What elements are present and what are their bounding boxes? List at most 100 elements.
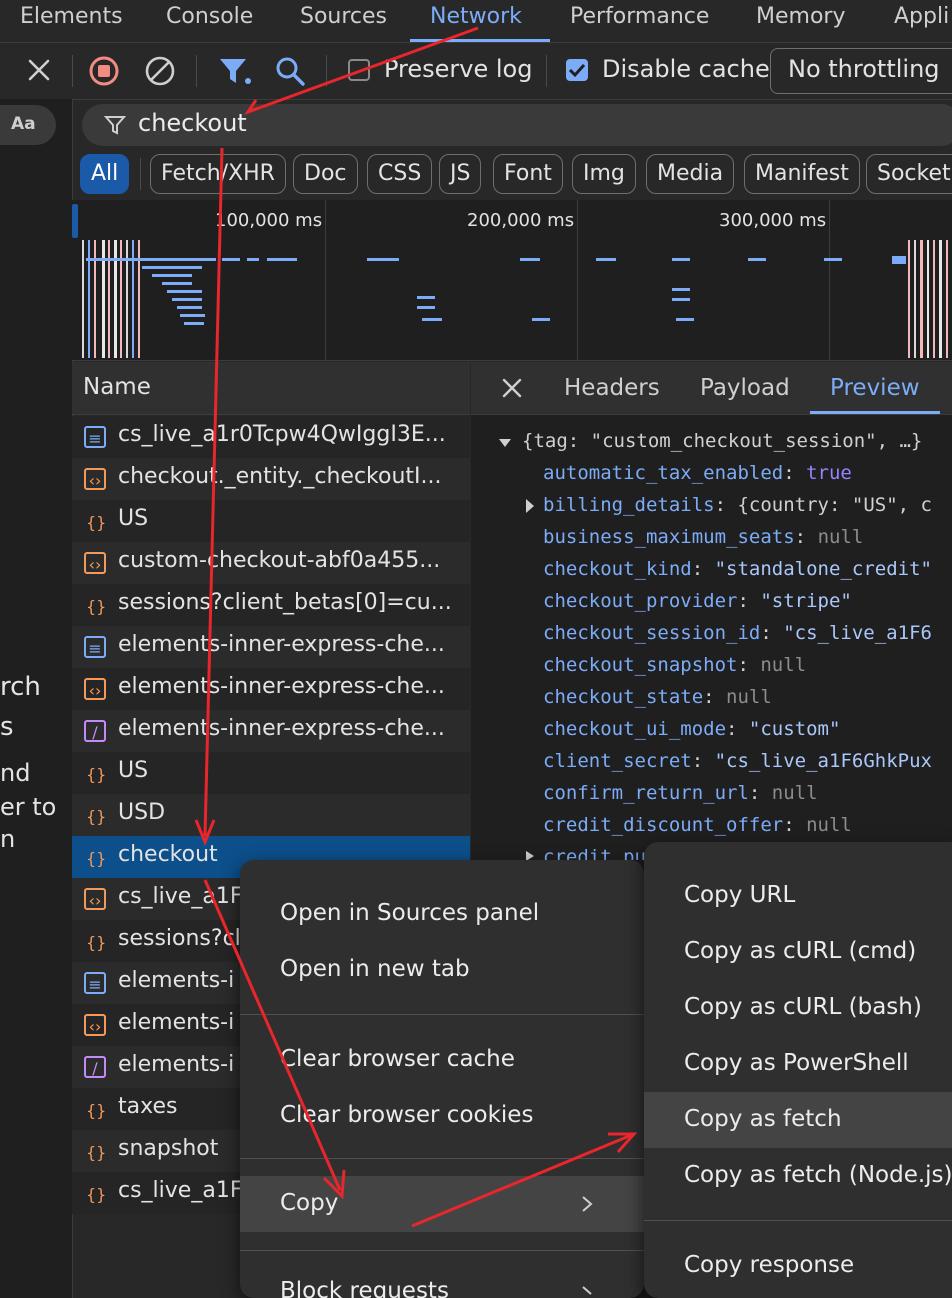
filter-icon[interactable] bbox=[218, 55, 252, 87]
fetch-icon: {} bbox=[86, 597, 107, 616]
request-row[interactable]: ∕ elements-inner-express-che... bbox=[72, 710, 470, 752]
disable-cache-checkbox[interactable] bbox=[566, 59, 588, 81]
property-colon: : bbox=[760, 622, 784, 644]
chip-font[interactable]: Font bbox=[493, 154, 563, 194]
tab-headers[interactable]: Headers bbox=[564, 375, 660, 401]
chip-all[interactable]: All bbox=[80, 154, 130, 194]
chip-css[interactable]: CSS bbox=[367, 154, 433, 194]
tab-elements[interactable]: Elements bbox=[20, 4, 123, 29]
filter-input[interactable]: checkout bbox=[82, 104, 952, 146]
preview-property[interactable]: checkout_ui_mode: "custom" bbox=[543, 718, 840, 740]
clear-icon[interactable] bbox=[144, 55, 176, 87]
preview-property[interactable]: billing_details: {country: "US", c bbox=[543, 494, 932, 516]
fetch-icon: {} bbox=[86, 1101, 107, 1120]
chip-media[interactable]: Media bbox=[646, 154, 735, 194]
menu-copy-as-curl-bash[interactable]: Copy as cURL (bash) bbox=[684, 994, 922, 1020]
menu-copy-response[interactable]: Copy response bbox=[684, 1252, 854, 1278]
tab-preview[interactable]: Preview bbox=[830, 375, 920, 401]
menu-clear-browser-cache[interactable]: Clear browser cache bbox=[280, 1046, 515, 1072]
tab-console[interactable]: Console bbox=[166, 4, 253, 29]
preserve-log-label[interactable]: Preserve log bbox=[384, 55, 532, 83]
preview-root[interactable]: {tag: "custom_checkout_session", …} bbox=[522, 430, 922, 452]
request-row[interactable]: ‹› custom-checkout-abf0a455... bbox=[72, 542, 470, 584]
request-row[interactable]: ‹› elements-inner-express-che... bbox=[72, 668, 470, 710]
menu-open-in-new-tab[interactable]: Open in new tab bbox=[280, 956, 470, 982]
chip-img[interactable]: Img bbox=[572, 154, 636, 194]
menu-copy-url[interactable]: Copy URL bbox=[684, 882, 795, 908]
chip-js[interactable]: JS bbox=[439, 154, 482, 194]
request-name: checkout._entity._checkoutI... bbox=[118, 464, 442, 489]
request-row[interactable]: {} USD bbox=[72, 794, 470, 836]
match-case-button[interactable]: Aa bbox=[0, 105, 56, 145]
disable-cache-label[interactable]: Disable cache bbox=[602, 55, 770, 83]
request-row[interactable]: ≡ cs_live_a1r0Tcpw4QwIggI3E... bbox=[72, 416, 470, 458]
property-colon: : bbox=[726, 718, 749, 740]
menu-copy-as-fetch[interactable]: Copy as fetch bbox=[684, 1106, 842, 1132]
menu-open-in-sources[interactable]: Open in Sources panel bbox=[280, 900, 539, 926]
tab-network[interactable]: Network bbox=[430, 4, 522, 29]
preview-property[interactable]: business_maximum_seats: null bbox=[543, 526, 863, 548]
preview-property[interactable]: automatic_tax_enabled: true bbox=[543, 462, 852, 484]
stop-recording-icon[interactable] bbox=[88, 55, 120, 87]
tab-application[interactable]: Appli bbox=[894, 4, 949, 29]
property-key: billing_details bbox=[543, 494, 715, 516]
property-colon: : bbox=[748, 782, 772, 804]
preview-property[interactable]: credit_discount_offer: null bbox=[543, 814, 852, 836]
close-detail-icon[interactable] bbox=[501, 377, 523, 399]
property-key: automatic_tax_enabled bbox=[543, 462, 784, 484]
active-detail-tab-indicator bbox=[810, 411, 940, 414]
throttling-value: No throttling bbox=[788, 55, 940, 83]
request-row[interactable]: {} US bbox=[72, 752, 470, 794]
search-icon[interactable] bbox=[274, 55, 306, 87]
menu-copy-as-curl-cmd[interactable]: Copy as cURL (cmd) bbox=[684, 938, 916, 964]
request-row[interactable]: ‹› checkout._entity._checkoutI... bbox=[72, 458, 470, 500]
chevron-right-icon bbox=[582, 1286, 592, 1295]
preserve-log-checkbox[interactable] bbox=[348, 59, 370, 81]
request-name: US bbox=[118, 758, 149, 783]
property-key: credit_discount_offer bbox=[543, 814, 784, 836]
menu-separator bbox=[240, 1250, 644, 1251]
chip-manifest[interactable]: Manifest bbox=[744, 154, 860, 194]
menu-copy-as-fetch-nodejs[interactable]: Copy as fetch (Node.js) bbox=[684, 1162, 952, 1188]
stylesheet-icon: ∕ bbox=[84, 1056, 106, 1078]
tab-memory[interactable]: Memory bbox=[756, 4, 845, 29]
request-row[interactable]: ≡ elements-inner-express-che... bbox=[72, 626, 470, 668]
throttling-select[interactable]: No throttling bbox=[770, 48, 952, 94]
preview-property[interactable]: checkout_snapshot: null bbox=[543, 654, 806, 676]
property-colon: : bbox=[703, 686, 727, 708]
preview-property[interactable]: client_secret: "cs_live_a1F6GhkPux bbox=[543, 750, 932, 772]
request-name: custom-checkout-abf0a455... bbox=[118, 548, 441, 573]
preview-property[interactable]: confirm_return_url: null bbox=[543, 782, 818, 804]
timeline-overview[interactable]: 100,000 ms 200,000 ms 300,000 ms bbox=[72, 200, 952, 361]
preview-property[interactable]: checkout_session_id: "cs_live_a1F6 bbox=[543, 622, 932, 644]
menu-copy[interactable]: Copy bbox=[280, 1190, 338, 1216]
chip-doc[interactable]: Doc bbox=[293, 154, 358, 194]
request-row[interactable]: {} US bbox=[72, 500, 470, 542]
property-key: client_secret bbox=[543, 750, 692, 772]
close-icon[interactable] bbox=[26, 57, 52, 83]
document-icon: ≡ bbox=[84, 636, 106, 658]
menu-clear-browser-cookies[interactable]: Clear browser cookies bbox=[280, 1102, 533, 1128]
menu-copy-as-powershell[interactable]: Copy as PowerShell bbox=[684, 1050, 909, 1076]
preview-property[interactable]: checkout_state: null bbox=[543, 686, 772, 708]
chip-fetch-xhr[interactable]: Fetch/XHR bbox=[150, 154, 286, 194]
tab-sources[interactable]: Sources bbox=[300, 4, 387, 29]
fetch-icon: {} bbox=[86, 1143, 107, 1162]
name-column-header[interactable]: Name bbox=[72, 362, 470, 415]
property-value: null bbox=[726, 686, 772, 708]
property-value: "stripe" bbox=[760, 590, 852, 612]
preview-property[interactable]: checkout_kind: "standalone_credit" bbox=[543, 558, 932, 580]
menu-block-requests[interactable]: Block requests bbox=[280, 1278, 449, 1298]
tab-payload[interactable]: Payload bbox=[700, 375, 790, 401]
collapse-triangle-icon[interactable] bbox=[498, 436, 512, 450]
fetch-icon: {} bbox=[86, 1185, 107, 1204]
property-colon: : bbox=[737, 654, 761, 676]
chip-socket[interactable]: Socket bbox=[866, 154, 952, 194]
property-key: checkout_ui_mode bbox=[543, 718, 727, 740]
request-row[interactable]: {} sessions?client_betas[0]=cu... bbox=[72, 584, 470, 626]
property-value: "standalone_credit" bbox=[714, 558, 932, 580]
preview-property[interactable]: checkout_provider: "stripe" bbox=[543, 590, 852, 612]
tab-performance[interactable]: Performance bbox=[570, 4, 709, 29]
expand-triangle-icon[interactable] bbox=[523, 498, 537, 514]
script-icon: ‹› bbox=[84, 552, 106, 574]
